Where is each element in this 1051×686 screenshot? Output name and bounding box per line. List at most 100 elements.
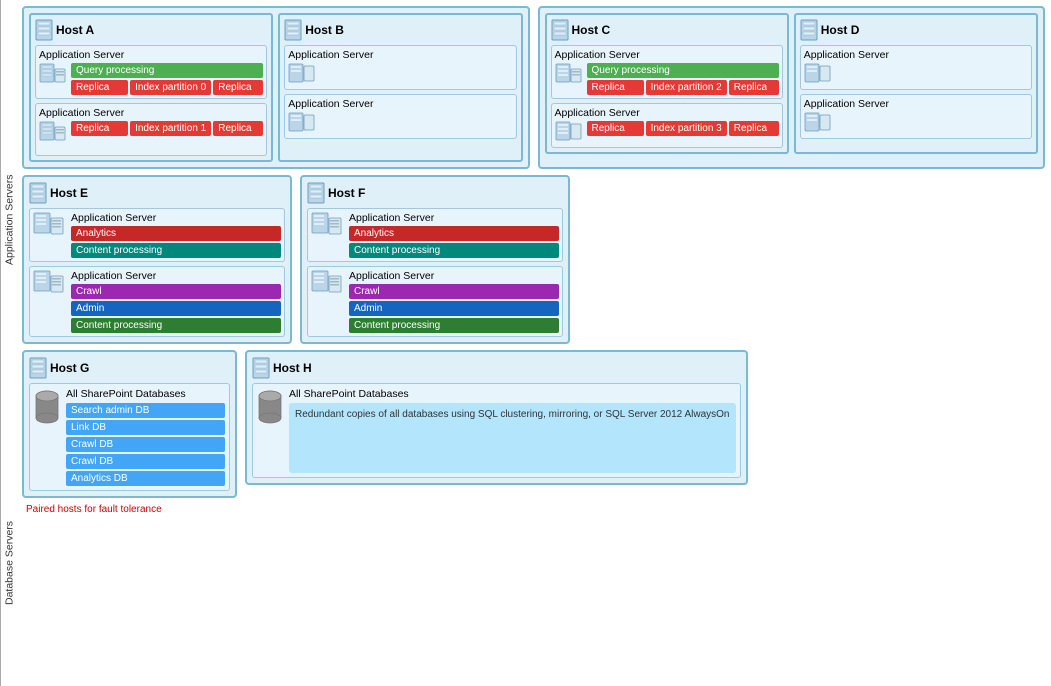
appserver-b2: Application Server [284, 94, 516, 139]
host-e-name: Host E [50, 186, 88, 200]
host-c: Host C Application Server [545, 13, 789, 154]
mini-server-b1 [288, 63, 316, 83]
host-g-name: Host G [50, 361, 89, 375]
crawl-bar-e2: Crawl [71, 284, 281, 299]
server-icon-d [800, 19, 818, 41]
replica-right-a1: Replica [213, 80, 263, 95]
top-hosts-row: Host A Application Server [22, 6, 1045, 169]
mini-server-d1 [804, 63, 832, 83]
host-ab-box: Host A Application Server [22, 6, 530, 169]
host-a-name: Host A [56, 23, 94, 37]
host-g-db-label: All SharePoint Databases [66, 388, 225, 400]
replica-right-c1: Replica [729, 80, 779, 95]
db-cylinder-icon [34, 388, 60, 424]
server-icon-e [29, 182, 47, 204]
bottom-hosts-row: Host G All SharePoint Databases [22, 350, 1045, 498]
host-cd-box: Host C Application Server [538, 6, 1046, 169]
replica-bar-a1: Replica [71, 80, 128, 95]
analytics-bar-f1: Analytics [349, 226, 559, 241]
mini-server-icon [39, 63, 67, 91]
mini-server-c1 [555, 63, 583, 91]
mini-server-icon-a2 [39, 121, 67, 149]
content-processing-bar-f2: Content processing [349, 318, 559, 333]
appserver-f1: Application Server Analytics Content pro… [307, 208, 563, 262]
redundant-text: Redundant copies of all databases using … [289, 403, 736, 473]
content-processing-bar-e1: Content processing [71, 243, 281, 258]
host-f-name: Host F [328, 186, 365, 200]
appserver-a1-title: Application Server [39, 49, 263, 61]
host-d-title: Host D [800, 19, 1032, 41]
replica-right-c2: Replica [729, 121, 779, 136]
index-partition-0: Index partition 0 [130, 80, 211, 95]
analytics-bar-e1: Analytics [71, 226, 281, 241]
server-icon-f [307, 182, 325, 204]
app-servers-label: Application Servers [0, 0, 18, 440]
host-g-title: Host G [29, 357, 230, 379]
mini-server-f2 [311, 270, 343, 302]
paired-hosts-label: Paired hosts for fault tolerance [22, 504, 1045, 515]
appserver-a2-title: Application Server [39, 107, 263, 119]
server-icon-c [551, 19, 569, 41]
crawl-db-2: Crawl DB [66, 454, 225, 469]
index-partition-1: Index partition 1 [130, 121, 211, 136]
appserver-a2: Application Server [35, 103, 267, 156]
link-db: Link DB [66, 420, 225, 435]
host-f-title: Host F [307, 182, 563, 204]
host-b-title: Host B [284, 19, 516, 41]
index-partition-2: Index partition 2 [646, 80, 727, 95]
db-card-g: All SharePoint Databases Search admin DB… [29, 383, 230, 491]
mini-server-e1 [33, 212, 65, 244]
search-admin-db: Search admin DB [66, 403, 225, 418]
host-b-name: Host B [305, 23, 344, 37]
admin-bar-e2: Admin [71, 301, 281, 316]
replica-bar-a2: Replica [71, 121, 128, 136]
mini-server-c2 [555, 121, 583, 141]
host-h-name: Host H [273, 361, 312, 375]
crawl-bar-f2: Crawl [349, 284, 559, 299]
server-icon [35, 19, 53, 41]
host-c-title: Host C [551, 19, 783, 41]
query-processing-c1: Query processing [587, 63, 779, 78]
appserver-d1: Application Server [800, 45, 1032, 90]
mini-server-e2 [33, 270, 65, 302]
query-processing-bar-a1: Query processing [71, 63, 263, 78]
replica-c1: Replica [587, 80, 644, 95]
content-processing-bar-f1: Content processing [349, 243, 559, 258]
server-icon-b [284, 19, 302, 41]
appserver-d2: Application Server [800, 94, 1032, 139]
appserver-b1: Application Server [284, 45, 516, 90]
host-d: Host D Application Server [794, 13, 1038, 154]
db-servers-label: Database Servers [0, 440, 18, 686]
crawl-db-1: Crawl DB [66, 437, 225, 452]
host-h-db-label: All SharePoint Databases [289, 388, 736, 400]
mini-server-d2 [804, 112, 832, 132]
host-e: Host E [22, 175, 292, 344]
replica-c2: Replica [587, 121, 644, 136]
host-b: Host B Application Server [278, 13, 522, 162]
server-icon-h [252, 357, 270, 379]
mini-server-f1 [311, 212, 343, 244]
appserver-a1: Application Server [35, 45, 267, 99]
analytics-db: Analytics DB [66, 471, 225, 486]
db-card-h: All SharePoint Databases Redundant copie… [252, 383, 741, 478]
host-d-name: Host D [821, 23, 860, 37]
host-h-title: Host H [252, 357, 741, 379]
appserver-c2: Application Server [551, 103, 783, 148]
host-a: Host A Application Server [29, 13, 273, 162]
server-icon-g [29, 357, 47, 379]
host-g: Host G All SharePoint Databases [22, 350, 237, 498]
admin-bar-f2: Admin [349, 301, 559, 316]
mini-server-b2 [288, 112, 316, 132]
host-f: Host F [300, 175, 570, 344]
replica-right-a2: Replica [213, 121, 263, 136]
appserver-e2: Application Server Crawl Admin Content p… [29, 266, 285, 337]
appserver-f2: Application Server Crawl Admin Content p… [307, 266, 563, 337]
appserver-e1: Application Server Analytics Content pro… [29, 208, 285, 262]
host-e-title: Host E [29, 182, 285, 204]
appserver-c1: Application Server [551, 45, 783, 99]
host-a-title: Host A [35, 19, 267, 41]
db-cylinder-icon-h [257, 388, 283, 424]
index-partition-3: Index partition 3 [646, 121, 727, 136]
content-processing-bar-e2: Content processing [71, 318, 281, 333]
middle-hosts-row: Host E [22, 175, 1045, 344]
